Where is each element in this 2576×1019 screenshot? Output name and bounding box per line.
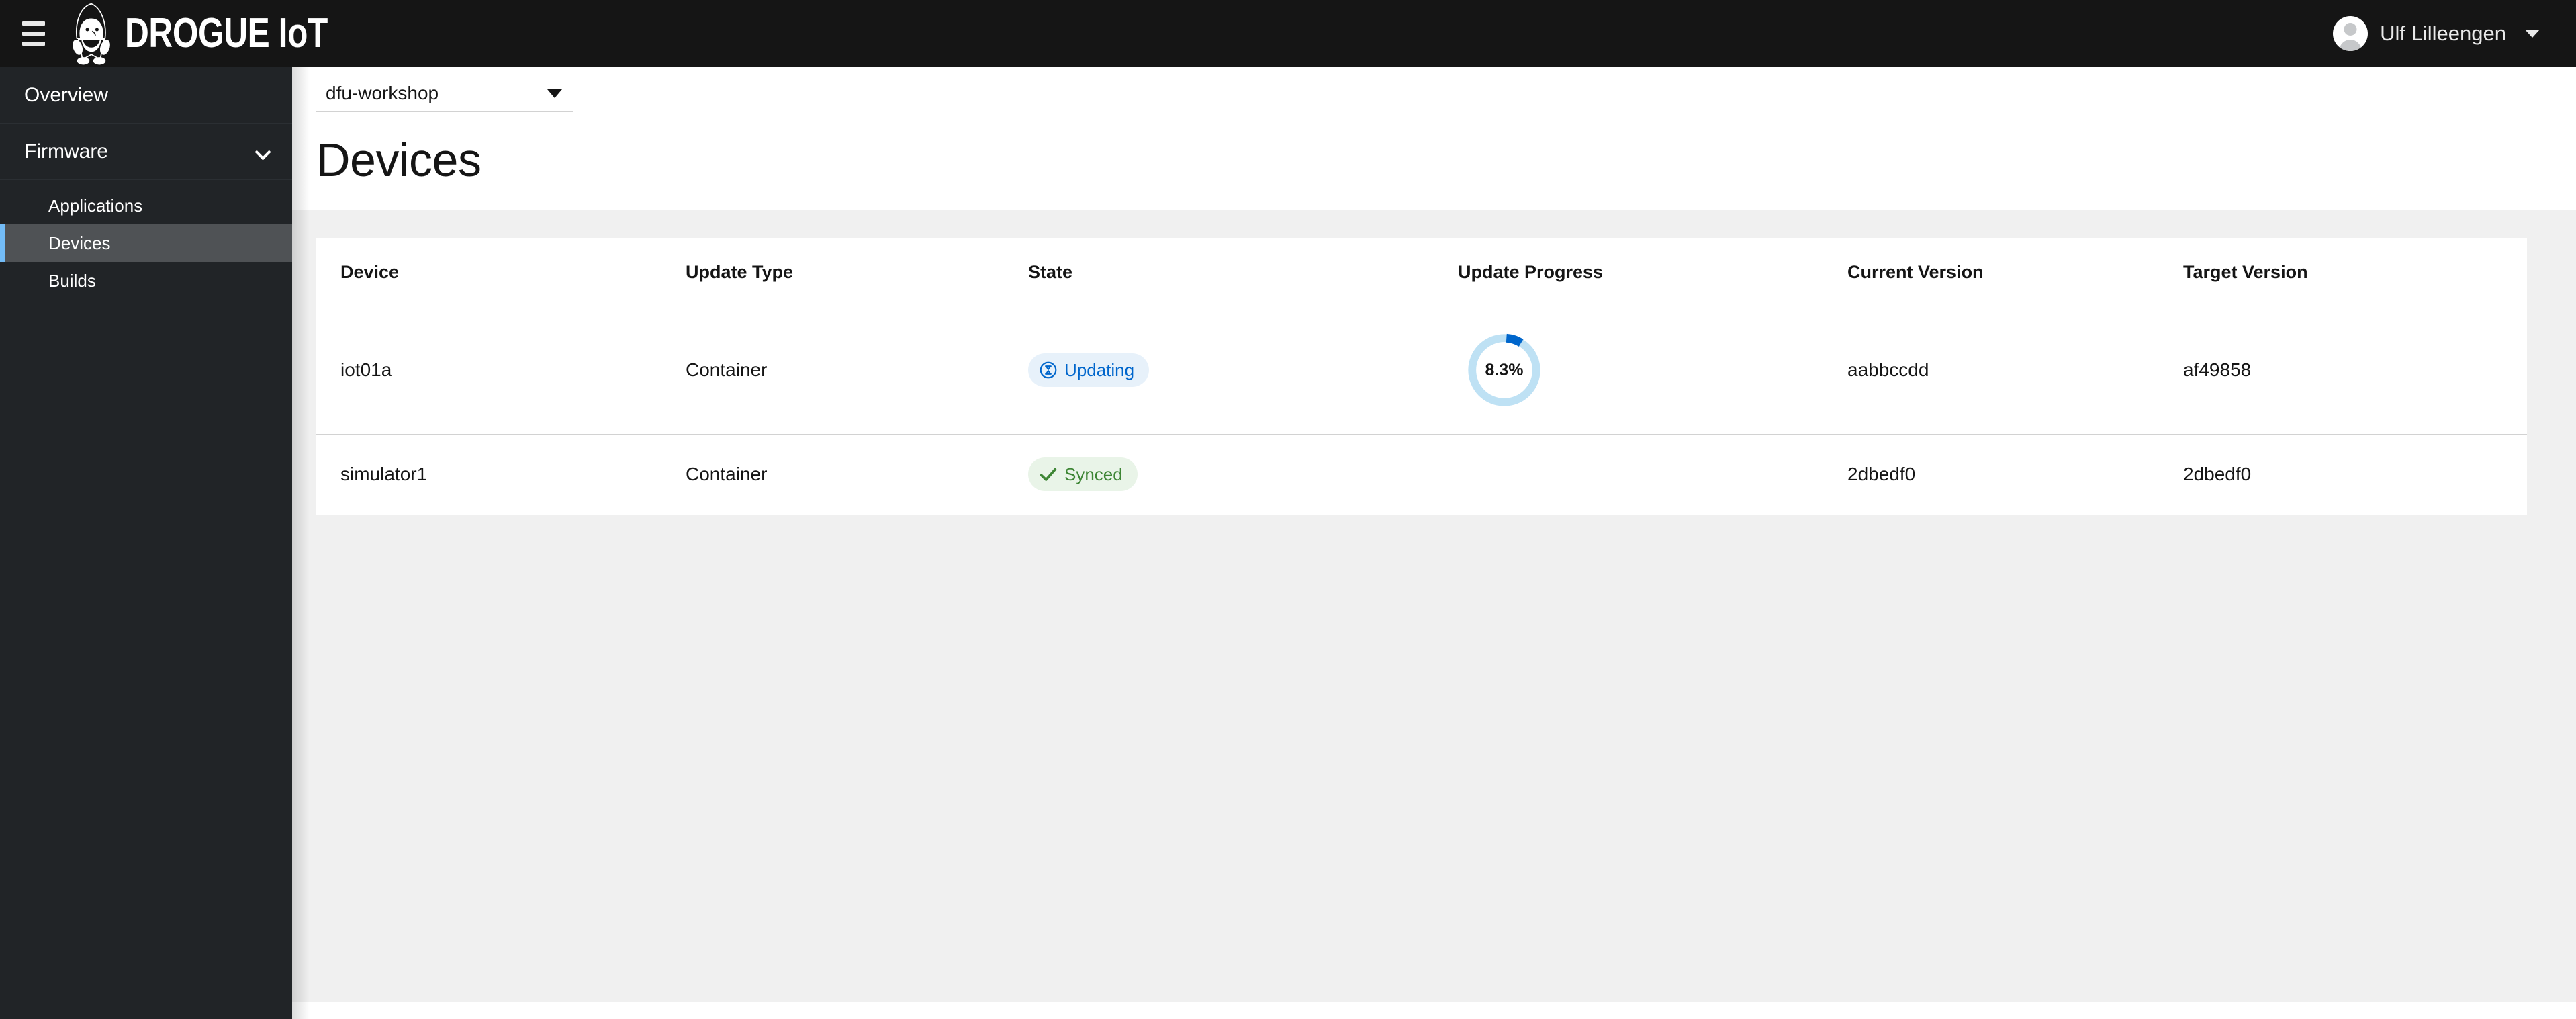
cell-state: Updating [1028,306,1458,435]
column-header-update-type: Update Type [686,238,1028,306]
table-header: Device Update Type State Update Progress… [316,238,2527,306]
sidebar-item-label: Overview [24,83,109,106]
user-name: Ulf Lilleengen [2380,21,2506,45]
cell-target-version: af49858 [2183,306,2527,435]
column-header-device: Device [316,238,686,306]
user-menu[interactable]: Ulf Lilleengen [2333,0,2540,67]
sidebar-item-firmware[interactable]: Firmware [0,124,292,180]
table-row[interactable]: simulator1 Container Synced 2dbedf0 2dbe… [316,435,2527,515]
sidebar-item-label: Devices [48,232,111,253]
sidebar-item-label: Firmware [24,140,108,163]
application-select-value: dfu-workshop [326,83,439,103]
update-progress-donut: 8.3% [1465,330,1544,410]
sidebar-item-applications[interactable]: Applications [0,187,292,224]
cell-state: Synced [1028,435,1458,515]
cell-update-type: Container [686,306,1028,435]
toolbar: dfu-workshop [292,67,2576,121]
sidebar-item-devices[interactable]: Devices [0,224,292,262]
caret-down-icon [547,89,562,98]
sidebar: Overview Firmware Applications Devices B… [0,67,292,1019]
user-avatar-icon [2333,16,2368,51]
masthead: DROGUE IoT Ulf Lilleengen [0,0,2576,67]
cell-current-version: aabbccdd [1847,306,2183,435]
hamburger-icon[interactable] [15,15,52,52]
main-content: dfu-workshop Devices Device Update Type … [292,67,2576,1019]
status-badge-label: Updating [1064,359,1135,380]
cell-update-progress: 8.3% [1458,306,1847,435]
devices-table: Device Update Type State Update Progress… [316,238,2527,515]
devices-table-card: Device Update Type State Update Progress… [316,238,2527,515]
column-header-target-version: Target Version [2183,238,2527,306]
hamburger-bar-1 [22,21,45,26]
cell-update-progress [1458,435,1847,515]
cell-target-version: 2dbedf0 [2183,463,2252,485]
chevron-down-icon[interactable] [256,145,269,159]
gnome-logo-icon [73,3,110,65]
status-badge: Synced [1028,457,1138,492]
table-row[interactable]: iot01a Container Updating 8.3% aabbccdd … [316,306,2527,435]
column-header-update-progress: Update Progress [1458,238,1847,306]
cell-update-type: Container [686,463,768,485]
table-header-row: Device Update Type State Update Progress… [316,238,2527,306]
cell-device: iot01a [316,306,686,435]
column-header-current-version: Current Version [1847,238,2183,306]
caret-down-icon[interactable] [2525,30,2540,38]
column-header-state: State [1028,238,1458,306]
brand-logo-link[interactable]: DROGUE IoT [67,1,378,66]
sidebar-item-builds[interactable]: Builds [0,262,292,300]
sidebar-item-label: Builds [48,270,96,291]
page-title: Devices [316,134,481,186]
hamburger-bar-2 [22,32,45,36]
hourglass-icon [1040,361,1057,379]
hamburger-bar-3 [22,42,45,46]
status-badge: Updating [1028,353,1150,387]
status-badge-label: Synced [1064,463,1123,484]
cell-device: simulator1 [340,463,428,485]
check-icon [1040,468,1057,482]
sidebar-item-overview[interactable]: Overview [0,67,292,124]
application-select[interactable]: dfu-workshop [316,76,573,112]
content-region: Device Update Type State Update Progress… [292,210,2576,1002]
progress-label: 8.3% [1485,360,1524,380]
cell-current-version: 2dbedf0 [1847,463,1916,485]
brand-title: DROGUE IoT [125,10,328,56]
table-body: iot01a Container Updating 8.3% aabbccdd … [316,306,2527,515]
sidebar-item-label: Applications [48,195,143,216]
